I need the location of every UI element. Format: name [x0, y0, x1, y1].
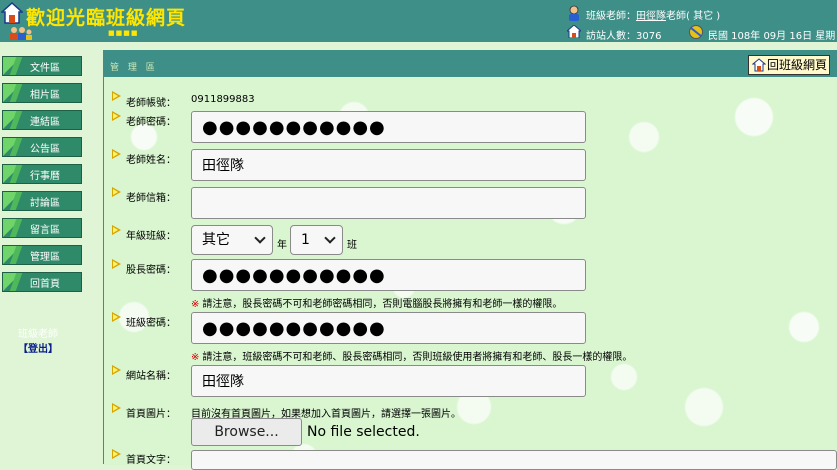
note-marker: ※	[191, 299, 200, 310]
title-dots: ■■■■	[108, 29, 139, 37]
account-value: 0911899883	[191, 94, 255, 105]
arrow-bullet-icon	[112, 187, 121, 197]
arrow-bullet-icon	[112, 449, 121, 459]
teacher-suffix: 老師( 其它 )	[666, 11, 721, 22]
grade-unit: 年	[277, 240, 287, 251]
calendar-icon	[689, 25, 703, 39]
settings-form: 老師帳號： 0911899883 老師密碼： 老師姓名： 老師信箱： 年級班級：…	[104, 77, 837, 470]
name-label: 老師姓名：	[126, 155, 176, 166]
arrow-bullet-icon	[112, 111, 121, 121]
page-header: 歡迎光臨班級網頁 ■■■■ 班級老師：田徑隊老師( 其它 ) 訪站人數：3076…	[0, 0, 837, 42]
sidebar-item-label: 行事曆	[30, 171, 60, 182]
site-name-field[interactable]	[191, 365, 586, 397]
current-date: 民國 108年 09月 16日 星期	[708, 31, 836, 42]
grade-label: 年級班級：	[126, 231, 176, 242]
sidebar-item-calendar[interactable]: 行事曆	[2, 164, 82, 184]
browse-button[interactable]: Browse...	[191, 418, 302, 446]
arrow-bullet-icon	[112, 312, 121, 322]
sidebar-item-label: 管理區	[30, 252, 60, 263]
sidebar-item-label: 留言區	[30, 225, 60, 236]
teacher-label: 班級老師：	[586, 11, 636, 22]
sidebar-item-label: 討論區	[30, 198, 60, 209]
arrow-bullet-icon	[112, 91, 121, 101]
leader-password-note: ※ 請注意，股長密碼不可和老師密碼相同，否則電腦股長將擁有和老師一樣的權限。	[191, 295, 562, 310]
teacher-icon	[569, 5, 579, 21]
grade-select-value: 其它	[202, 232, 230, 248]
leader-password-label: 股長密碼：	[126, 265, 176, 276]
arrow-bullet-icon	[112, 225, 121, 235]
email-label: 老師信箱：	[126, 193, 176, 204]
back-to-class-button[interactable]: 回班級網頁	[748, 55, 830, 75]
sidebar-item-label: 連結區	[30, 117, 60, 128]
home-text-area[interactable]	[191, 450, 837, 470]
home-icon	[752, 58, 766, 72]
class-password-label: 班級密碼：	[126, 318, 176, 329]
chevron-down-icon	[324, 232, 336, 244]
grade-select[interactable]: 其它	[191, 225, 273, 255]
sidebar-item-photos[interactable]: 相片區	[2, 83, 82, 103]
note-marker: ※	[191, 352, 200, 363]
account-label: 老師帳號：	[126, 98, 176, 109]
sidebar-item-label: 公告區	[30, 144, 60, 155]
sidebar: 文件區 相片區 連結區 公告區 行事曆 討論區 留言區 管理區 回首頁 班級老師…	[0, 42, 95, 464]
sidebar-item-forum[interactable]: 討論區	[2, 191, 82, 211]
visitor-home-icon	[567, 25, 581, 38]
site-title: 歡迎光臨班級網頁	[26, 7, 187, 29]
arrow-bullet-icon	[112, 259, 121, 269]
class-note-text: 請注意，班級密碼不可和老師、股長密碼相同，否則班級使用者將擁有和老師、股長一樣的…	[202, 352, 633, 363]
sidebar-item-label: 回首頁	[30, 279, 60, 290]
leader-note-text: 請注意，股長密碼不可和老師密碼相同，否則電腦股長將擁有和老師一樣的權限。	[202, 299, 563, 310]
main-panel: 管 理 區 回班級網頁 老師帳號： 0911899883 老師密碼： 老師姓名：…	[103, 50, 837, 470]
teacher-name-link[interactable]: 田徑隊	[636, 11, 666, 22]
page-title: 管 理 區	[110, 63, 158, 73]
sidebar-item-links[interactable]: 連結區	[2, 110, 82, 130]
sidebar-item-management[interactable]: 管理區	[2, 245, 82, 265]
back-button-label: 回班級網頁	[767, 58, 828, 72]
chevron-down-icon	[254, 232, 266, 244]
sidebar-item-guestbook[interactable]: 留言區	[2, 218, 82, 238]
password-label: 老師密碼：	[126, 117, 176, 128]
arrow-bullet-icon	[112, 149, 121, 159]
visitor-number: 3076	[636, 31, 662, 42]
sidebar-item-announcements[interactable]: 公告區	[2, 137, 82, 157]
class-unit: 班	[347, 240, 357, 251]
logout-link[interactable]: 【登出】	[18, 340, 58, 355]
sidebar-item-documents[interactable]: 文件區	[2, 56, 82, 76]
no-file-text: No file selected.	[307, 424, 420, 440]
class-select-value: 1	[301, 232, 310, 248]
main-title-bar: 管 理 區 回班級網頁	[104, 51, 837, 77]
teacher-password-field[interactable]	[191, 111, 586, 143]
sidebar-item-home[interactable]: 回首頁	[2, 272, 82, 292]
arrow-bullet-icon	[112, 403, 121, 413]
sidebar-teacher-text: 班級老師	[18, 329, 58, 340]
class-password-note: ※ 請注意，班級密碼不可和老師、股長密碼相同，否則班級使用者將擁有和老師、股長一樣…	[191, 348, 632, 363]
sidebar-item-label: 相片區	[30, 90, 60, 101]
class-password-field[interactable]	[191, 312, 586, 344]
home-image-label: 首頁圖片：	[126, 409, 176, 420]
leader-password-field[interactable]	[191, 259, 586, 291]
teacher-email-field[interactable]	[191, 187, 586, 219]
teacher-name-field[interactable]	[191, 149, 586, 181]
visitor-count: 訪站人數：3076	[586, 27, 661, 42]
teacher-info: 班級老師：田徑隊老師( 其它 )	[586, 7, 720, 22]
home-icon	[1, 2, 23, 24]
arrow-bullet-icon	[112, 365, 121, 375]
site-name-label: 網站名稱：	[126, 371, 176, 382]
sidebar-item-label: 文件區	[30, 63, 60, 74]
class-select[interactable]: 1	[290, 225, 343, 255]
visitor-label: 訪站人數：	[586, 31, 636, 42]
